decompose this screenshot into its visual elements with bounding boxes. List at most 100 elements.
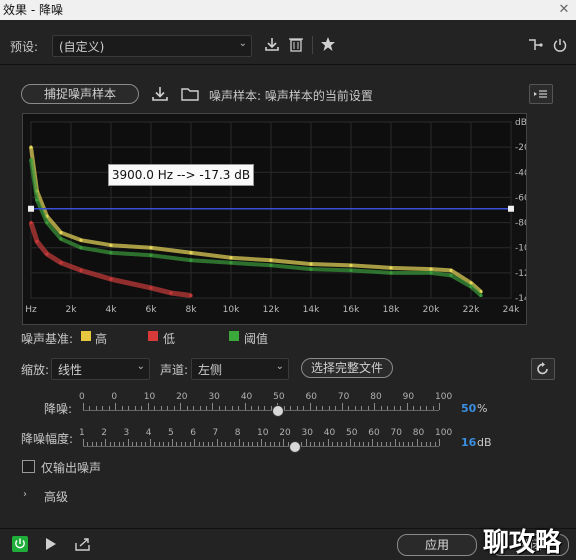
slider-tick-label: 20 bbox=[176, 392, 188, 402]
series-point-0 bbox=[349, 263, 353, 267]
power-toggle-icon[interactable] bbox=[12, 536, 28, 552]
close-window-icon[interactable]: ✕ bbox=[552, 0, 576, 20]
slider-tick-label: 40 bbox=[240, 392, 253, 402]
x-tick-label: 6k bbox=[146, 305, 158, 315]
slider-tick bbox=[303, 406, 305, 410]
output-noise-only-label: 仅输出噪声 bbox=[41, 461, 102, 475]
slider-tick bbox=[387, 406, 389, 410]
series-point-1 bbox=[189, 293, 193, 298]
legend-item-high: 高 bbox=[95, 332, 108, 346]
slider-tick bbox=[278, 442, 280, 446]
slider-tick bbox=[212, 403, 214, 410]
slider-tick bbox=[323, 442, 325, 446]
slider-track[interactable] bbox=[83, 410, 439, 411]
slider-tick bbox=[231, 406, 233, 410]
series-point-2 bbox=[469, 285, 473, 289]
slider-tick-label: 8 bbox=[234, 428, 241, 438]
menu-icon[interactable] bbox=[529, 84, 553, 104]
series-point-0 bbox=[59, 231, 63, 235]
slider-tick-label: 40 bbox=[323, 428, 336, 438]
x-tick-label: 2k bbox=[66, 305, 78, 315]
slider-tick bbox=[128, 406, 130, 410]
x-tick-label: 4k bbox=[106, 305, 118, 315]
window-titlebar: 效果 - 降噪 ✕ bbox=[0, 0, 576, 20]
chevron-down-icon: ⌄ bbox=[275, 361, 284, 372]
slider-tick bbox=[140, 442, 142, 446]
play-icon[interactable] bbox=[45, 537, 57, 551]
slider-tick bbox=[160, 406, 162, 410]
reduce-by-unit: dB bbox=[477, 436, 492, 449]
series-point-1 bbox=[59, 261, 63, 265]
slider-tick bbox=[439, 403, 440, 410]
scale-dropdown[interactable]: 线性 ⌄ bbox=[51, 358, 150, 380]
download-preset-icon[interactable] bbox=[264, 36, 280, 52]
slider-tick bbox=[358, 442, 360, 446]
slider-tick bbox=[207, 442, 209, 446]
trash-icon[interactable] bbox=[289, 36, 303, 52]
legend-label: 噪声基准: bbox=[21, 332, 74, 346]
slider-tick bbox=[194, 439, 196, 446]
download-icon[interactable] bbox=[151, 85, 169, 103]
reduce-by-value[interactable]: 16 bbox=[461, 436, 476, 449]
series-point-2 bbox=[59, 237, 63, 241]
slider-tick bbox=[234, 442, 236, 446]
noise-spectrum-chart[interactable]: Hz 2k 4k 6k 8k 10k 12k 14k 16k 18k 20k 22k 24k dB -20 -… bbox=[22, 113, 536, 325]
series-point-1 bbox=[109, 277, 113, 281]
slider-tick bbox=[434, 442, 436, 446]
reduce-by-slider[interactable]: 1 2 3 4 5 6 7 8 10 20 30 40 50 60 70 80 100 bbox=[79, 428, 452, 460]
slider-knob[interactable] bbox=[289, 441, 302, 453]
slider-tick bbox=[376, 442, 378, 446]
slider-tick bbox=[413, 406, 415, 410]
slider-tick-label: 6 bbox=[190, 428, 196, 438]
series-point-2 bbox=[429, 271, 433, 275]
series-point-2 bbox=[149, 253, 153, 257]
advanced-toggle[interactable]: 高级 bbox=[44, 488, 68, 505]
noise-reduction-slider[interactable]: 0 0 10 20 30 40 50 60 70 80 90 100 bbox=[79, 392, 452, 424]
slider-tick-label: 70 bbox=[337, 392, 350, 402]
slider-tick bbox=[381, 442, 383, 446]
export-icon[interactable] bbox=[74, 537, 92, 551]
preset-label: 预设: bbox=[10, 40, 39, 54]
slider-tick bbox=[186, 406, 188, 410]
slider-tick bbox=[180, 442, 182, 446]
select-entire-file-button[interactable]: 选择完整文件 bbox=[301, 358, 393, 378]
slider-tick bbox=[244, 403, 246, 410]
power-icon[interactable] bbox=[553, 38, 567, 52]
output-noise-only-checkbox[interactable] bbox=[22, 460, 35, 473]
reset-icon[interactable] bbox=[531, 358, 555, 380]
slider-tick bbox=[95, 406, 97, 410]
slider-track[interactable] bbox=[83, 446, 439, 447]
slider-tick bbox=[327, 439, 329, 446]
slider-tick bbox=[425, 442, 427, 446]
star-icon[interactable] bbox=[320, 36, 336, 52]
slider-tick-label: 30 bbox=[301, 428, 313, 438]
watermark-logo: 聊攻略 bbox=[483, 528, 562, 558]
y-tick-label: -40 bbox=[515, 168, 526, 178]
channel-dropdown[interactable]: 左侧 ⌄ bbox=[191, 358, 289, 380]
slider-tick bbox=[141, 406, 143, 410]
x-tick-label: 14k bbox=[303, 305, 320, 315]
slider-tick-label: 10 bbox=[143, 392, 156, 402]
legend-swatch-threshold bbox=[229, 331, 239, 341]
slider-tick bbox=[361, 406, 363, 410]
slider-tick-label: 10 bbox=[257, 428, 269, 438]
x-tick-label: 22k bbox=[463, 305, 480, 315]
slider-tick-label: 50 bbox=[346, 428, 358, 438]
slider-knob[interactable] bbox=[272, 405, 285, 417]
chevron-right-icon[interactable]: › bbox=[23, 489, 27, 500]
slider-tick-label: 1 bbox=[79, 428, 85, 438]
apply-button[interactable]: 应用 bbox=[397, 534, 477, 556]
slider-tick-label: 30 bbox=[208, 392, 220, 402]
slider-tick bbox=[173, 406, 175, 410]
slider-tick bbox=[203, 442, 205, 446]
slider-tick bbox=[341, 442, 343, 446]
folder-icon[interactable] bbox=[181, 86, 199, 102]
noise-reduction-value[interactable]: 50 bbox=[461, 402, 476, 415]
slider-tick bbox=[198, 442, 200, 446]
preset-dropdown[interactable]: (自定义) ⌄ bbox=[52, 35, 252, 57]
slider-tick bbox=[229, 442, 231, 446]
slider-tick bbox=[336, 442, 338, 446]
capture-noise-print-button[interactable]: 捕捉噪声样本 bbox=[21, 84, 139, 104]
chart-svg: Hz 2k 4k 6k 8k 10k 12k 14k 16k 18k 20k 22k 24k dB -20 -… bbox=[25, 118, 535, 315]
routing-icon[interactable] bbox=[527, 37, 543, 53]
